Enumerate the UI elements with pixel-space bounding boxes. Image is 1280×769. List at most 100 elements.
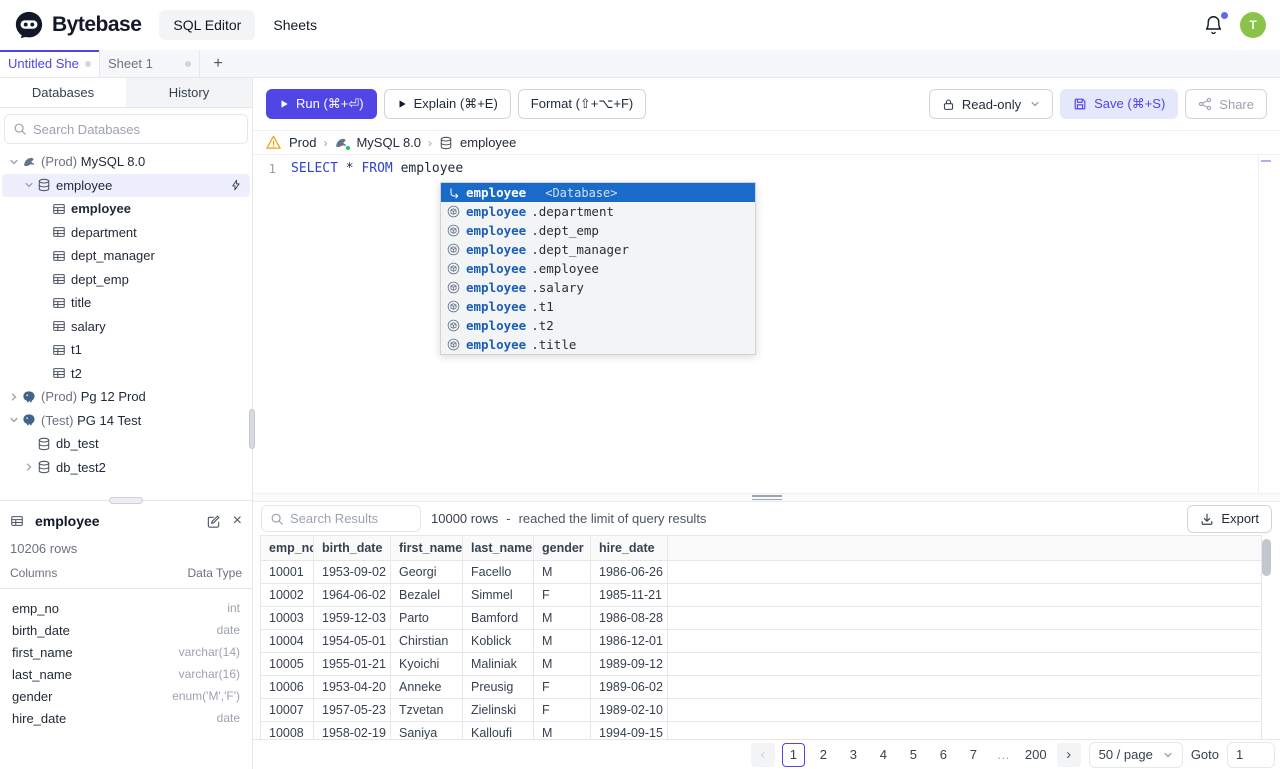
table-cell[interactable]: 1964-06-02	[314, 584, 391, 607]
table-cell[interactable]: Tzvetan	[391, 699, 463, 722]
table-cell[interactable]: 1953-04-20	[314, 676, 391, 699]
tree-item-title[interactable]: title	[2, 291, 250, 315]
goto-page-input[interactable]	[1227, 741, 1275, 768]
table-cell[interactable]: Kalloufi	[463, 722, 534, 739]
table-cell[interactable]: 10007	[261, 699, 314, 722]
suggest-item-employee-dept-manager[interactable]: employee .dept_manager	[441, 240, 755, 259]
suggest-item-employee[interactable]: employee <Database>	[441, 183, 755, 202]
table-cell[interactable]: 1985-11-21	[591, 584, 668, 607]
notifications-button[interactable]	[1203, 11, 1228, 36]
table-cell[interactable]: F	[534, 676, 591, 699]
breadcrumb-instance[interactable]: MySQL 8.0	[356, 135, 421, 150]
table-cell[interactable]: M	[534, 607, 591, 630]
table-cell[interactable]: 1958-02-19	[314, 722, 391, 739]
sheet-tab-sheet-1[interactable]: Sheet 1	[100, 50, 200, 77]
panel-resize-handle[interactable]	[109, 497, 143, 504]
table-cell[interactable]: Chirstian	[391, 630, 463, 653]
table-cell[interactable]: 1955-01-21	[314, 653, 391, 676]
connect-icon[interactable]	[230, 179, 242, 191]
table-cell[interactable]: 10005	[261, 653, 314, 676]
export-button[interactable]: Export	[1187, 504, 1272, 533]
save-button[interactable]: Save (⌘+S)	[1060, 89, 1179, 119]
tree-item-employee[interactable]: employee	[2, 173, 250, 197]
table-cell[interactable]: 1954-05-01	[314, 630, 391, 653]
table-cell[interactable]: M	[534, 561, 591, 584]
tree-item-t1[interactable]: t1	[2, 338, 250, 362]
table-cell[interactable]: F	[534, 584, 591, 607]
table-row[interactable]: 10003 1959-12-03 Parto Bamford M 1986-08-28	[260, 607, 1262, 630]
table-cell[interactable]: 10001	[261, 561, 314, 584]
page-button-7[interactable]: 7	[962, 743, 985, 767]
prev-page-button[interactable]: ‹	[750, 742, 775, 767]
column-header-birth-date[interactable]: birth_date	[314, 536, 391, 561]
suggest-item-employee-title[interactable]: employee .title	[441, 335, 755, 354]
tree-item-dept-manager[interactable]: dept_manager	[2, 244, 250, 268]
sidebar-tab-history[interactable]: History	[126, 78, 252, 107]
next-page-button[interactable]: ›	[1056, 742, 1081, 767]
bytebase-logo[interactable]: Bytebase	[14, 10, 142, 40]
table-cell[interactable]: 1989-06-02	[591, 676, 668, 699]
page-button-4[interactable]: 4	[872, 743, 895, 767]
avatar[interactable]: T	[1240, 12, 1266, 38]
table-cell[interactable]: Facello	[463, 561, 534, 584]
table-cell[interactable]: Anneke	[391, 676, 463, 699]
table-cell[interactable]: Bamford	[463, 607, 534, 630]
close-icon[interactable]: ×	[233, 513, 242, 529]
column-header-hire-date[interactable]: hire_date	[591, 536, 668, 561]
table-cell[interactable]: F	[534, 699, 591, 722]
tree-item-t2[interactable]: t2	[2, 362, 250, 386]
table-cell[interactable]: Kyoichi	[391, 653, 463, 676]
table-cell[interactable]: Preusig	[463, 676, 534, 699]
table-cell[interactable]: 1989-02-10	[591, 699, 668, 722]
readonly-mode-button[interactable]: Read-only	[928, 89, 1054, 119]
explain-button[interactable]: Explain (⌘+E)	[383, 89, 511, 119]
table-cell[interactable]: Zielinski	[463, 699, 534, 722]
page-size-select[interactable]: 50 / page	[1088, 741, 1183, 768]
page-button-6[interactable]: 6	[932, 743, 955, 767]
editor-overview-ruler[interactable]	[1258, 155, 1273, 493]
column-header-first-name[interactable]: first_name	[391, 536, 463, 561]
page-button-200[interactable]: 200	[1022, 743, 1050, 767]
tree-item-prod-pg-12-prod[interactable]: (Prod) Pg 12 Prod	[2, 385, 250, 409]
table-cell[interactable]: 1989-09-12	[591, 653, 668, 676]
nav-sheets[interactable]: Sheets	[259, 10, 331, 40]
suggest-item-employee-department[interactable]: employee .department	[441, 202, 755, 221]
table-row[interactable]: 10002 1964-06-02 Bezalel Simmel F 1985-11-21	[260, 584, 1262, 607]
breadcrumb-database[interactable]: employee	[460, 135, 516, 150]
table-row[interactable]: 10008 1958-02-19 Saniya Kalloufi M 1994-09-15	[260, 722, 1262, 739]
suggest-item-employee-employee[interactable]: employee .employee	[441, 259, 755, 278]
results-scrollbar[interactable]	[1262, 539, 1271, 576]
database-search-input[interactable]	[33, 121, 239, 137]
table-cell[interactable]: Saniya	[391, 722, 463, 739]
table-row[interactable]: 10005 1955-01-21 Kyoichi Maliniak M 1989-09-1…	[260, 653, 1262, 676]
sql-editor[interactable]: 1 SELECT * FROM employee employee <Databa…	[253, 155, 1280, 493]
table-cell[interactable]: 1957-05-23	[314, 699, 391, 722]
table-cell[interactable]: M	[534, 653, 591, 676]
share-button[interactable]: Share	[1185, 89, 1267, 119]
sidebar-tab-databases[interactable]: Databases	[0, 78, 126, 107]
column-header-emp-no[interactable]: emp_no	[261, 536, 314, 561]
table-cell[interactable]: M	[534, 630, 591, 653]
edit-table-icon[interactable]	[206, 514, 221, 529]
results-search-input[interactable]	[290, 511, 412, 526]
suggest-item-employee-t1[interactable]: employee .t1	[441, 297, 755, 316]
table-cell[interactable]: 1986-12-01	[591, 630, 668, 653]
tree-item-db-test[interactable]: db_test	[2, 432, 250, 456]
run-button[interactable]: Run (⌘+⏎)	[266, 89, 377, 119]
table-cell[interactable]: 1953-09-02	[314, 561, 391, 584]
sheet-tab-untitled-sheet[interactable]: Untitled Sheet	[0, 50, 100, 77]
suggest-item-employee-t2[interactable]: employee .t2	[441, 316, 755, 335]
tree-item-employee[interactable]: employee	[2, 197, 250, 221]
table-cell[interactable]: 10002	[261, 584, 314, 607]
column-header-gender[interactable]: gender	[534, 536, 591, 561]
tree-item-department[interactable]: department	[2, 221, 250, 245]
sidebar-resize-handle[interactable]	[249, 409, 255, 449]
suggest-item-employee-dept-emp[interactable]: employee .dept_emp	[441, 221, 755, 240]
table-cell[interactable]: 1959-12-03	[314, 607, 391, 630]
page-button-1[interactable]: 1	[781, 742, 805, 767]
table-cell[interactable]: 10006	[261, 676, 314, 699]
table-cell[interactable]: 10008	[261, 722, 314, 739]
table-row[interactable]: 10007 1957-05-23 Tzvetan Zielinski F 1989-02-…	[260, 699, 1262, 722]
table-cell[interactable]: Parto	[391, 607, 463, 630]
table-cell[interactable]: 1986-06-26	[591, 561, 668, 584]
